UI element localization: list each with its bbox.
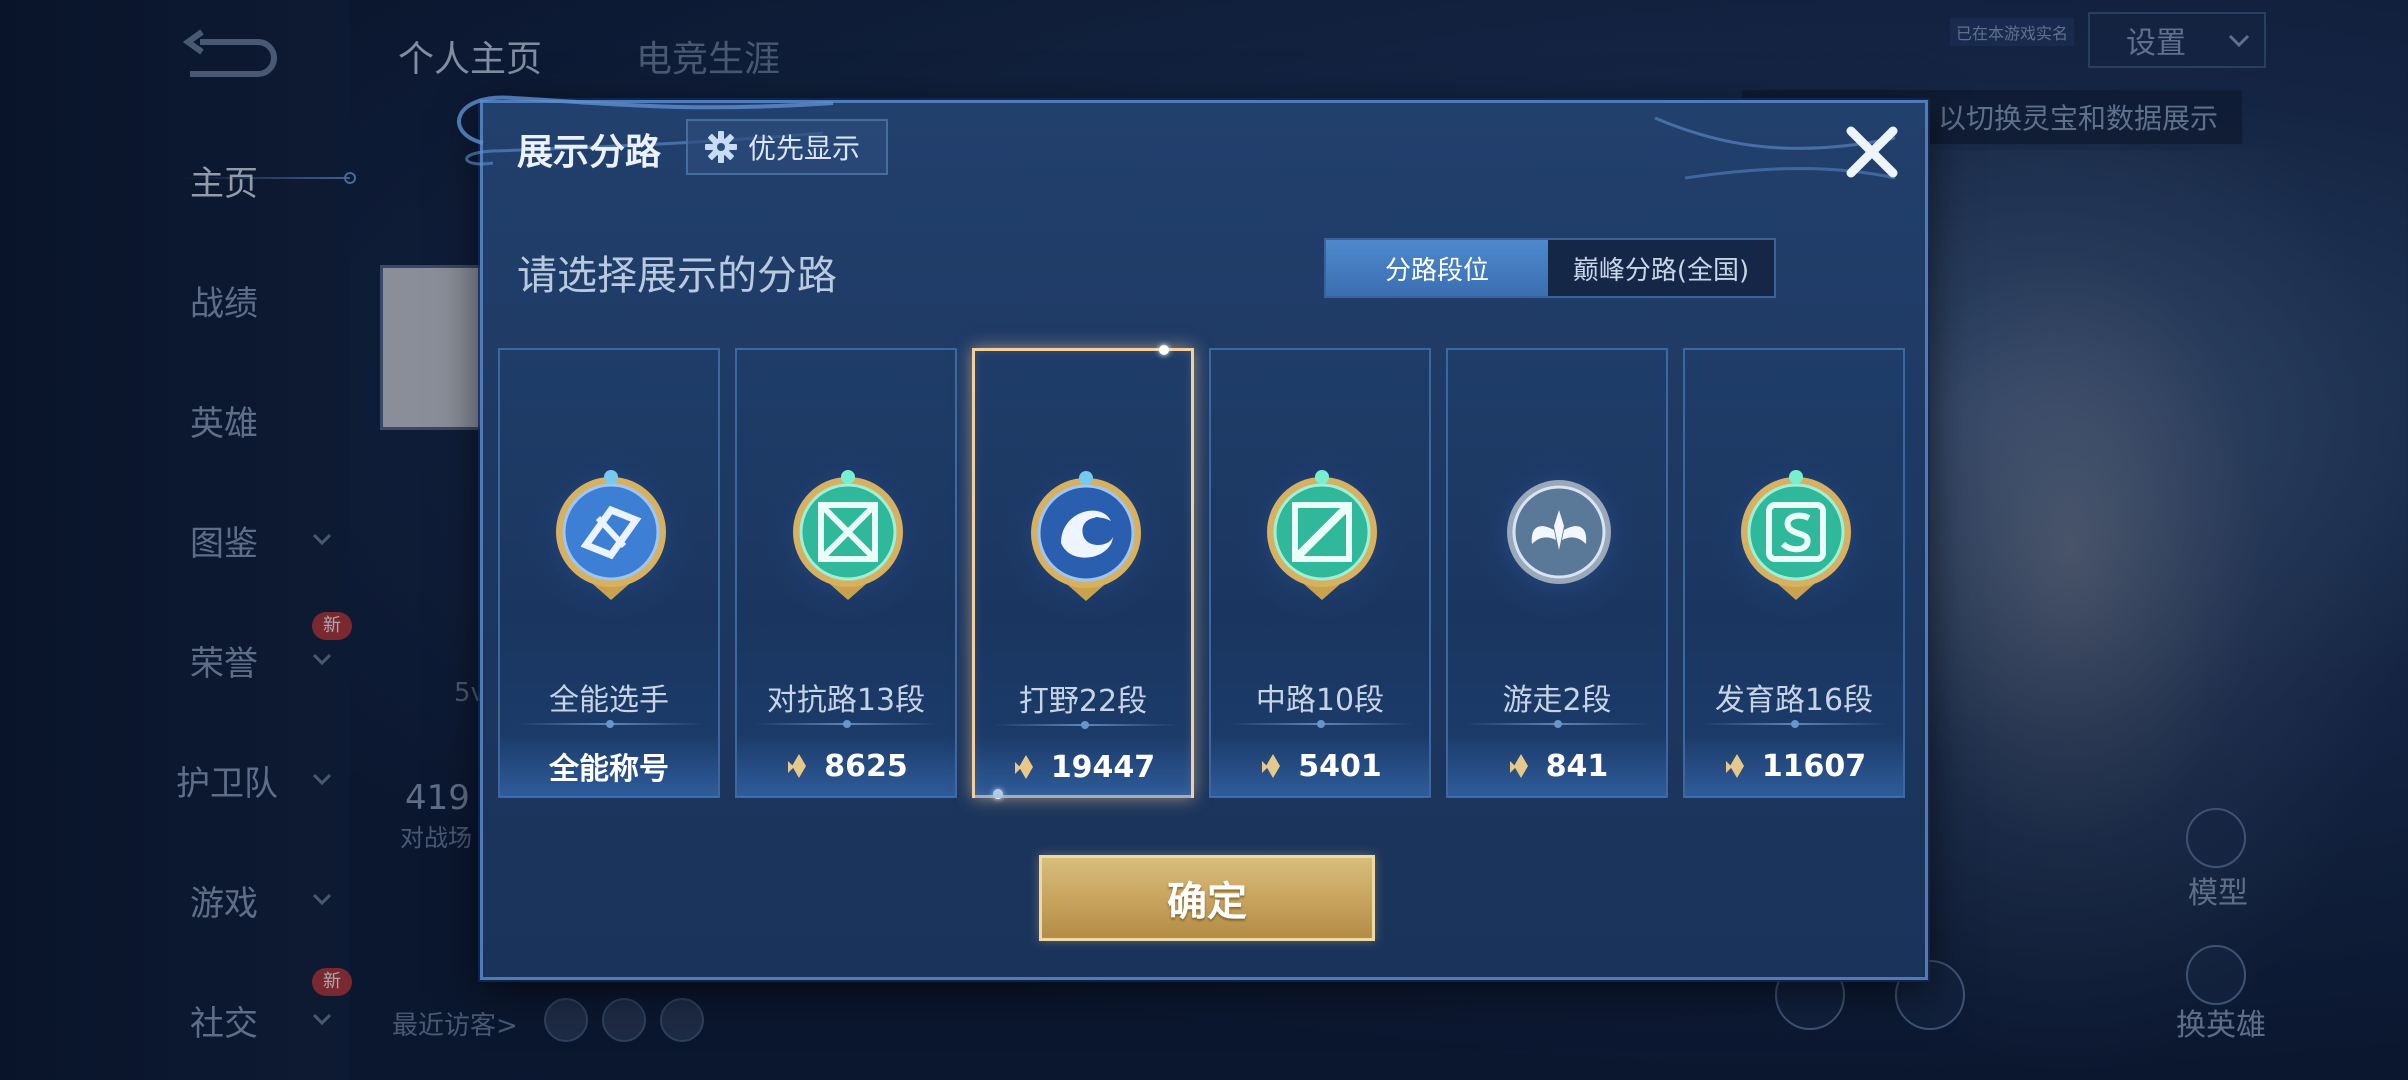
- dialog-title: 展示分路: [517, 132, 662, 173]
- lane-card-name: 全能选手: [549, 683, 669, 718]
- lane-display-dialog: 展示分路 优先显示 请选择展示的分路 分路段位 巅峰分路(全国) 全能选手 全能…: [457, 95, 1928, 980]
- lane-card-roam[interactable]: 游走2段 841: [1446, 348, 1668, 798]
- lane-card-name: 发育路16段: [1714, 683, 1874, 718]
- mid-lane-badge-icon: [1237, 450, 1407, 620]
- roam-badge-icon: [1474, 450, 1644, 620]
- lane-card-name: 游走2段: [1502, 683, 1612, 718]
- card-divider: [1703, 720, 1887, 728]
- lane-card-value: 11607: [1685, 735, 1903, 797]
- rank-points-icon: [1509, 754, 1528, 778]
- priority-display-label: 优先显示: [748, 132, 861, 165]
- clash-lane-badge-icon: [763, 450, 933, 620]
- lane-mode-toggle: 分路段位 巅峰分路(全国): [1324, 238, 1776, 298]
- lane-card-value-text: 全能称号: [549, 752, 669, 787]
- rank-points-icon: [1725, 754, 1744, 778]
- lane-card-clash[interactable]: 对抗路13段 8625: [735, 348, 957, 798]
- lane-card-value: 841: [1448, 735, 1666, 797]
- lane-card-all-round[interactable]: 全能选手 全能称号: [498, 348, 720, 798]
- lane-card-value: 8625: [737, 735, 955, 797]
- lane-card-value: 5401: [1211, 735, 1429, 797]
- rank-points-icon: [1262, 754, 1281, 778]
- confirm-label: 确定: [1167, 879, 1247, 925]
- lane-card-mid[interactable]: 中路10段 5401: [1209, 348, 1431, 798]
- lane-card-name: 对抗路13段: [766, 683, 926, 718]
- lane-card-value-text: 5401: [1298, 748, 1382, 784]
- lane-card-farm[interactable]: 发育路16段 11607: [1683, 348, 1905, 798]
- rank-points-icon: [788, 754, 807, 778]
- select-lane-prompt: 请选择展示的分路: [517, 253, 837, 299]
- lane-card-value-text: 19447: [1050, 749, 1156, 785]
- confirm-button[interactable]: 确定: [1039, 855, 1375, 941]
- lane-card-name: 中路10段: [1255, 683, 1385, 718]
- lane-card-value-text: 8625: [824, 748, 908, 784]
- rank-points-icon: [1014, 755, 1033, 779]
- lane-card-name: 打野22段: [1018, 684, 1148, 719]
- card-divider: [1229, 720, 1413, 728]
- gear-icon: [705, 131, 737, 163]
- all-round-badge-icon: [526, 450, 696, 620]
- card-divider: [755, 720, 939, 728]
- card-divider: [1466, 720, 1650, 728]
- lane-card-value-text: 841: [1545, 748, 1609, 784]
- lane-card-value: 全能称号: [500, 735, 718, 797]
- lane-card-value-text: 11607: [1761, 748, 1867, 784]
- lane-card-value: 19447: [975, 736, 1191, 798]
- farm-lane-badge-icon: [1711, 450, 1881, 620]
- close-icon[interactable]: [1839, 119, 1905, 185]
- card-divider: [518, 720, 702, 728]
- lane-card-jungle[interactable]: 打野22段 19447: [972, 345, 1194, 799]
- selected-sparkle: [1159, 345, 1169, 355]
- toggle-peak-lane-national[interactable]: 巅峰分路(全国): [1548, 240, 1774, 296]
- toggle-lane-rank[interactable]: 分路段位: [1326, 240, 1548, 296]
- card-divider: [993, 721, 1177, 729]
- priority-display-button[interactable]: 优先显示: [686, 119, 888, 175]
- jungle-badge-icon: [1001, 451, 1171, 621]
